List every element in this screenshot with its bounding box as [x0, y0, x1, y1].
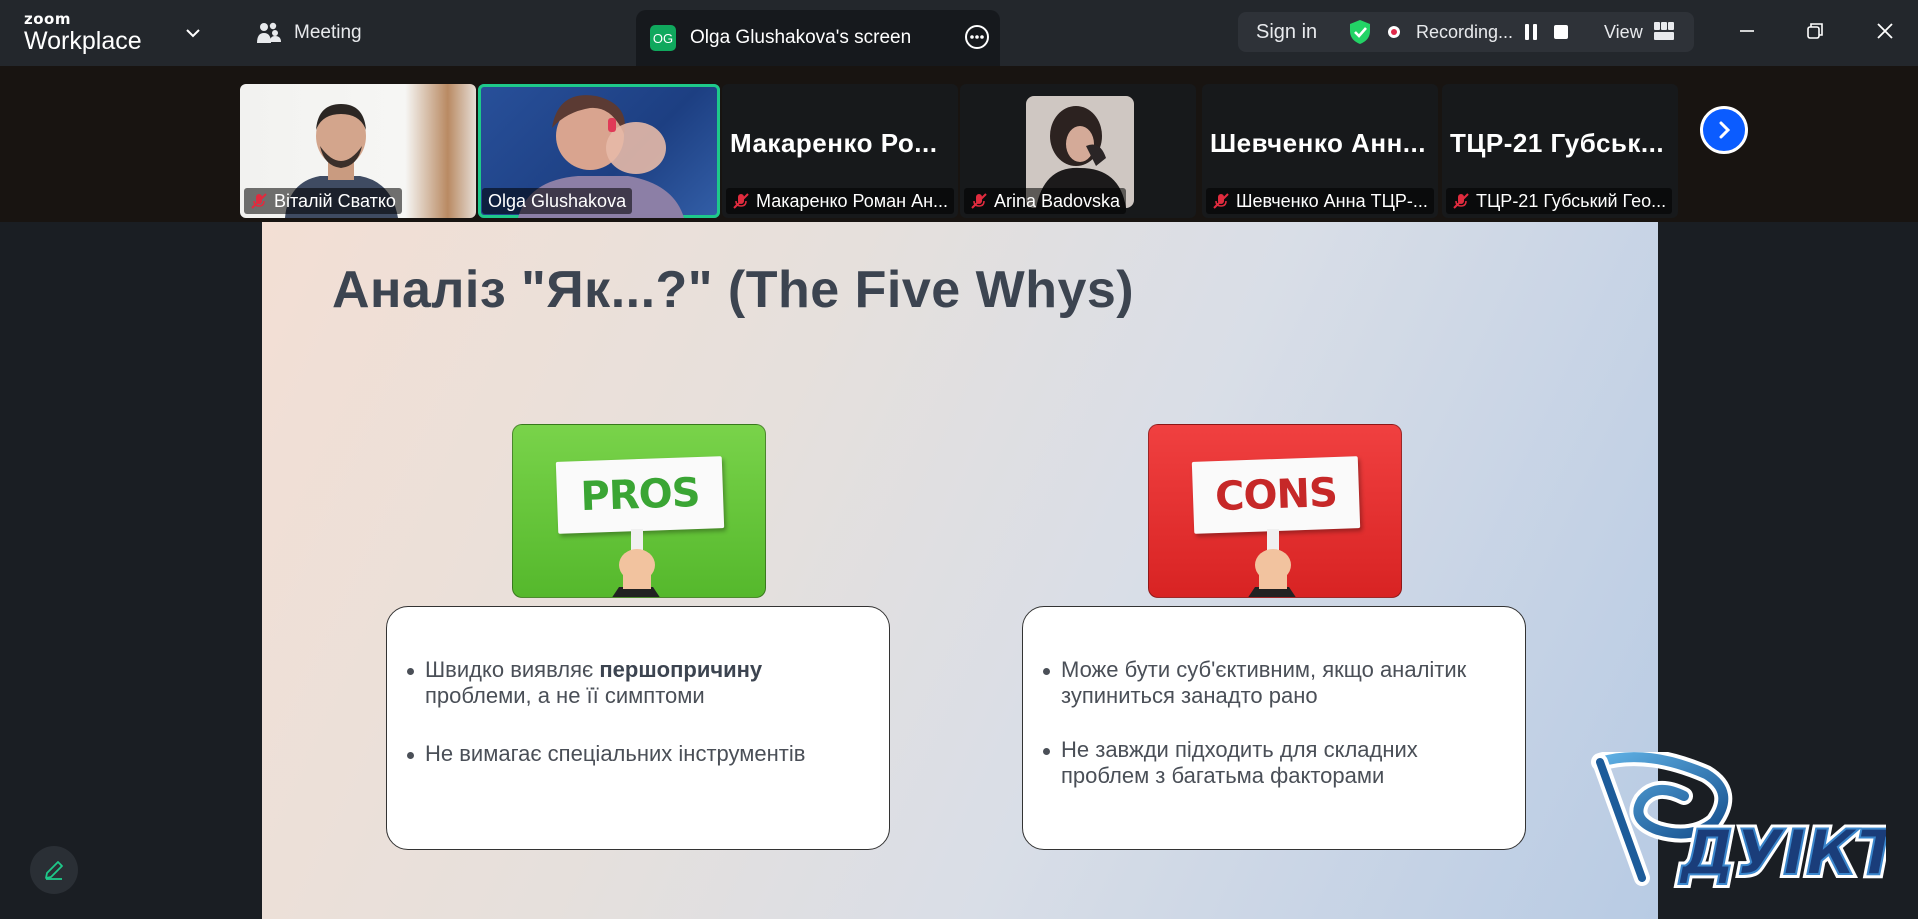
muted-mic-icon — [971, 193, 987, 209]
participant-display-name: Шевченко Анн... — [1210, 128, 1426, 158]
zoom-workplace-logo: zoom Workplace — [24, 12, 142, 54]
presentation-slide: Аналіз "Як...?" (The Five Whys) PROS CON… — [262, 222, 1658, 919]
participant-tile[interactable]: ТЦР-21 Губськ... ТЦР-21 Губський Гео... — [1442, 84, 1678, 218]
pause-icon[interactable] — [1524, 24, 1538, 40]
participant-name: ТЦР-21 Губський Гео... — [1476, 190, 1667, 211]
more-options-icon[interactable] — [964, 24, 990, 50]
pros-sign: PROS — [555, 456, 725, 534]
participant-tile[interactable]: Arina Badovska — [960, 84, 1196, 218]
pros-image: PROS — [512, 424, 766, 598]
recording-dot-icon — [1388, 26, 1400, 38]
duikt-logo: ДУІКТ ДУІКТ — [1591, 752, 1886, 892]
meeting-controls: Sign in Recording... View — [1238, 12, 1694, 52]
participant-name-tag: ТЦР-21 Губський Гео... — [1446, 188, 1673, 214]
cons-bullet: Не завжди підходить для складних проблем… — [1043, 737, 1505, 789]
cons-image: CONS — [1148, 424, 1402, 598]
participant-tile[interactable]: Шевченко Анн... Шевченко Анна ТЦР-... — [1202, 84, 1438, 218]
participant-name-tag: Шевченко Анна ТЦР-... — [1206, 188, 1434, 214]
participant-display-name: Макаренко Ро... — [730, 128, 938, 158]
minimize-icon — [1740, 30, 1754, 32]
hand-icon — [612, 549, 660, 597]
shared-screen-label: Olga Glushakova's screen — [690, 27, 912, 48]
muted-mic-icon — [733, 193, 749, 209]
brand-big-text: Workplace — [24, 27, 142, 55]
shield-check-icon[interactable] — [1346, 18, 1374, 46]
bullet-text: Швидко виявляє — [425, 657, 600, 682]
participant-name: Arina Badovska — [994, 190, 1121, 211]
participant-name: Віталій Сватко — [274, 190, 396, 211]
pencil-icon — [45, 861, 63, 880]
restore-icon — [1807, 23, 1823, 39]
logo-text: ДУІКТ — [1678, 816, 1886, 889]
hand-icon — [1248, 549, 1296, 597]
recording-status: Recording... — [1416, 22, 1514, 42]
participant-tile[interactable]: Віталій Сватко — [240, 84, 476, 218]
slide-title: Аналіз "Як...?" (The Five Whys) — [332, 261, 1135, 319]
participant-display-name: ТЦР-21 Губськ... — [1450, 128, 1665, 158]
muted-mic-icon — [1213, 193, 1229, 209]
meeting-button[interactable]: Meeting — [256, 20, 362, 46]
chevron-down-icon[interactable] — [184, 24, 202, 42]
muted-mic-icon — [1453, 193, 1469, 209]
grid-view-icon[interactable] — [1654, 22, 1674, 40]
participant-name-tag: Макаренко Роман Ан... — [726, 188, 955, 214]
pros-bullet: Швидко виявляє першопричину проблеми, а … — [407, 657, 869, 709]
brand-small-text: zoom — [24, 10, 71, 28]
title-bar: zoom Workplace Meeting OG Olga Glushakov… — [0, 0, 1918, 66]
minimize-button[interactable] — [1732, 16, 1762, 46]
active-speaker-tile[interactable]: Olga Glushakova — [478, 84, 720, 218]
muted-mic-icon — [251, 193, 267, 209]
sign-in-button[interactable]: Sign in — [1256, 21, 1317, 44]
participant-name-tag: Olga Glushakova — [482, 188, 633, 214]
stop-icon[interactable] — [1554, 25, 1568, 39]
pros-bullet: Не вимагає спеціальних інструментів — [407, 741, 869, 767]
participant-name: Шевченко Анна ТЦР-... — [1236, 190, 1428, 211]
participant-tile[interactable]: Макаренко Ро... Макаренко Роман Ан... — [722, 84, 958, 218]
participant-strip: Віталій Сватко Olga Glushakova Макаренко… — [0, 66, 1918, 222]
participant-name: Макаренко Роман Ан... — [756, 190, 949, 211]
bullet-text: Не вимагає спеціальних інструментів — [425, 741, 806, 766]
cons-sign: CONS — [1191, 456, 1361, 534]
chevron-right-icon — [1719, 121, 1731, 139]
meeting-label: Meeting — [294, 22, 362, 43]
bullet-text: Не завжди підходить для складних проблем… — [1061, 737, 1418, 788]
annotate-button[interactable] — [30, 846, 78, 894]
pros-text-box: Швидко виявляє першопричину проблеми, а … — [386, 606, 890, 850]
participant-name-tag: Віталій Сватко — [244, 188, 402, 214]
view-button[interactable]: View — [1604, 22, 1643, 43]
participant-name: Olga Glushakova — [488, 190, 627, 211]
bullet-text: Може бути суб'єктивним, якщо аналітик зу… — [1061, 657, 1467, 708]
cons-text-box: Може бути суб'єктивним, якщо аналітик зу… — [1022, 606, 1526, 850]
bullet-bold-text: першопричину — [599, 657, 763, 682]
close-button[interactable] — [1870, 16, 1900, 46]
cons-bullet: Може бути суб'єктивним, якщо аналітик зу… — [1043, 657, 1505, 709]
participant-name-tag: Arina Badovska — [964, 188, 1127, 214]
shared-screen-tab[interactable]: OG Olga Glushakova's screen — [636, 10, 1000, 66]
bullet-text: проблеми, а не її симптоми — [425, 683, 705, 708]
next-page-button[interactable] — [1700, 106, 1748, 154]
participants-icon — [257, 22, 281, 43]
close-icon — [1877, 23, 1893, 39]
restore-button[interactable] — [1800, 16, 1830, 46]
sharer-avatar: OG — [650, 25, 676, 51]
